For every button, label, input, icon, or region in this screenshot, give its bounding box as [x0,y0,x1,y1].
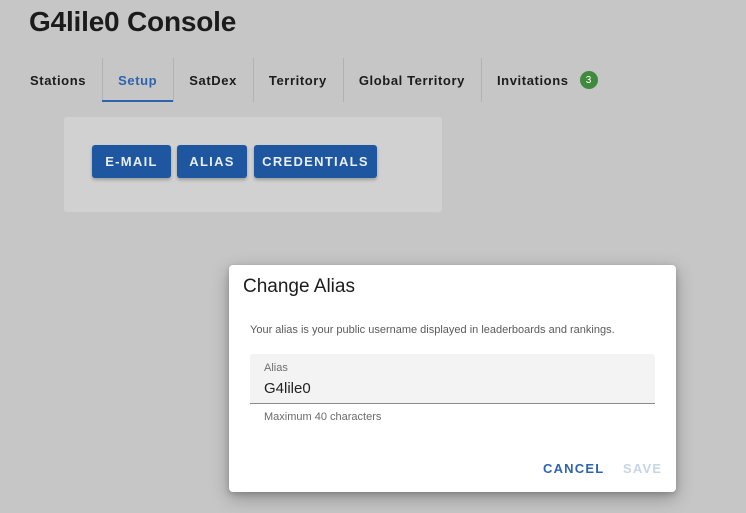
tab-global-territory[interactable]: Global Territory [342,58,481,102]
change-alias-dialog: Change Alias Your alias is your public u… [229,265,676,492]
alias-hint: Maximum 40 characters [264,411,382,423]
tab-label: Setup [118,72,158,88]
email-button[interactable]: E-MAIL [92,145,171,178]
tab-label: Stations [30,72,87,88]
alias-field-label: Alias [264,362,288,374]
tab-bar: Stations Setup SatDex Territory Global T… [14,58,614,102]
tab-satdex[interactable]: SatDex [173,58,253,102]
tab-setup[interactable]: Setup [102,58,174,102]
dialog-title: Change Alias [243,276,355,297]
save-button[interactable]: SAVE [623,461,662,476]
tab-stations[interactable]: Stations [14,58,102,102]
dialog-description: Your alias is your public username displ… [250,324,615,336]
alias-field[interactable]: Alias [250,354,655,404]
tab-label: Invitations [496,72,569,88]
setup-panel: E-MAIL ALIAS CREDENTIALS [64,117,442,212]
page-title: G4lile0 Console [29,6,237,37]
alias-button[interactable]: ALIAS [177,145,247,178]
invitations-count-badge: 3 [579,71,598,89]
alias-input[interactable] [264,378,644,398]
tab-territory[interactable]: Territory [252,58,343,102]
tab-label: SatDex [189,72,237,88]
cancel-button[interactable]: CANCEL [543,461,604,476]
tab-label: Territory [268,72,327,88]
tab-label: Global Territory [358,72,465,88]
tab-invitations[interactable]: Invitations 3 [480,58,614,102]
credentials-button[interactable]: CREDENTIALS [254,145,377,178]
